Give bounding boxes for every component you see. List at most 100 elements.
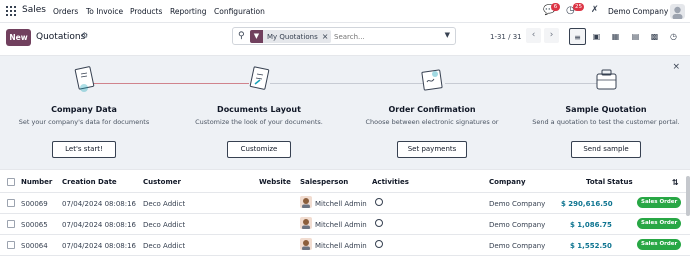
document-layout-icon xyxy=(249,66,270,90)
creation-date: 07/04/2024 08:08:16 xyxy=(62,242,137,250)
document-icon xyxy=(74,66,95,92)
salesperson-avatar xyxy=(300,238,312,250)
order-number: S00064 xyxy=(21,242,48,250)
customize-button[interactable]: Customize xyxy=(227,141,291,158)
salesperson: Mitchell Admin xyxy=(315,221,367,229)
select-all-checkbox[interactable] xyxy=(7,178,15,186)
order-number: S00069 xyxy=(21,200,48,208)
column-customer[interactable]: Customer xyxy=(143,178,181,186)
company-switcher[interactable]: Demo Company xyxy=(608,7,668,16)
onboarding-panel: × Company Data Set your company's data f… xyxy=(0,55,690,170)
signature-payment-icon xyxy=(421,69,443,91)
column-creation-date[interactable]: Creation Date xyxy=(62,178,117,186)
company: Demo Company xyxy=(489,242,546,250)
send-sample-button[interactable]: Send sample xyxy=(571,141,641,158)
step-description: Set your company's data for documents he… xyxy=(18,118,150,126)
lets-start-button[interactable]: Let's start! xyxy=(52,141,116,158)
salesperson: Mitchell Admin xyxy=(315,242,367,250)
company: Demo Company xyxy=(489,221,546,229)
column-status[interactable]: Status xyxy=(607,178,633,186)
search-bar: ⚲ ▼ My Quotations × ▼ xyxy=(232,27,456,45)
table-row[interactable]: S00069 07/04/2024 08:08:16 Deco Addict M… xyxy=(0,193,690,214)
graph-view-icon[interactable]: ▩ xyxy=(646,28,663,45)
total-amount: $ 1,552.50 xyxy=(570,242,612,250)
step-title: Documents Layout xyxy=(217,105,301,114)
pager-previous-button[interactable]: ‹ xyxy=(526,28,541,43)
menu-reporting[interactable]: Reporting xyxy=(170,7,206,16)
calendar-view-icon[interactable]: ▦ xyxy=(607,28,624,45)
column-website[interactable]: Website xyxy=(259,178,291,186)
column-salesperson[interactable]: Salesperson xyxy=(300,178,348,186)
search-input[interactable] xyxy=(334,31,434,42)
total-amount: $ 290,616.50 xyxy=(561,200,613,208)
status-badge: Sales Order xyxy=(637,218,682,229)
progress-line-3 xyxy=(445,83,597,84)
pager-next-button[interactable]: › xyxy=(544,28,559,43)
remove-facet-icon[interactable]: × xyxy=(322,32,332,41)
progress-line-1 xyxy=(92,83,249,84)
activity-badge: 25 xyxy=(573,3,584,11)
column-total[interactable]: Total xyxy=(586,178,605,186)
pager-value[interactable]: 1-31 / 31 xyxy=(490,33,522,41)
row-checkbox[interactable] xyxy=(7,199,15,207)
search-facet: ▼ My Quotations × xyxy=(250,30,332,43)
column-company[interactable]: Company xyxy=(489,178,526,186)
list-view-icon[interactable]: ≡ xyxy=(569,28,586,45)
close-icon[interactable]: × xyxy=(672,62,680,72)
briefcase-icon xyxy=(596,69,617,90)
set-payments-button[interactable]: Set payments xyxy=(397,141,467,158)
customer: Deco Addict xyxy=(143,242,186,250)
column-number[interactable]: Number xyxy=(21,178,52,186)
status-badge: Sales Order xyxy=(637,197,682,208)
search-options-toggle-icon[interactable]: ▼ xyxy=(445,31,450,39)
control-panel: New Quotations ⚙ ⚲ ▼ My Quotations × ▼ 1… xyxy=(0,23,690,53)
app-name[interactable]: Sales xyxy=(22,5,46,15)
vertical-scrollbar[interactable] xyxy=(686,176,690,216)
step-title: Order Confirmation xyxy=(388,105,476,114)
creation-date: 07/04/2024 08:08:16 xyxy=(62,221,137,229)
activity-clock-icon[interactable] xyxy=(375,198,383,206)
app-menu-icon[interactable] xyxy=(6,6,16,16)
customer: Deco Addict xyxy=(143,200,186,208)
table-row[interactable]: S00064 07/04/2024 08:08:16 Deco Addict M… xyxy=(0,235,690,256)
step-description: Send a quotation to test the customer po… xyxy=(532,118,680,126)
column-settings-icon[interactable]: ⇅ xyxy=(672,178,679,187)
progress-line-2 xyxy=(270,83,423,84)
salesperson-avatar xyxy=(300,196,312,208)
company: Demo Company xyxy=(489,200,546,208)
step-description: Choose between electronic signatures or … xyxy=(365,118,499,126)
row-checkbox[interactable] xyxy=(7,241,15,249)
search-icon[interactable]: ⚲ xyxy=(238,31,245,41)
menu-orders[interactable]: Orders xyxy=(53,7,78,16)
step-title: Sample Quotation xyxy=(565,105,647,114)
facet-label: My Quotations xyxy=(267,32,318,41)
filter-icon: ▼ xyxy=(250,30,263,43)
debug-tools-icon[interactable]: ✗ xyxy=(591,5,599,15)
order-number: S00065 xyxy=(21,221,48,229)
kanban-view-icon[interactable]: ▣ xyxy=(588,28,605,45)
menu-configuration[interactable]: Configuration xyxy=(214,7,265,16)
creation-date: 07/04/2024 08:08:16 xyxy=(62,200,137,208)
page-title: Quotations xyxy=(36,32,86,42)
user-avatar[interactable] xyxy=(670,4,685,19)
top-navbar: Sales Orders To Invoice Products Reporti… xyxy=(0,0,690,23)
table-header: Number Creation Date Customer Website Sa… xyxy=(0,171,690,193)
activity-clock-icon[interactable] xyxy=(375,219,383,227)
status-badge: Sales Order xyxy=(637,239,682,250)
step-description: Customize the look of your documents. xyxy=(195,118,323,126)
menu-products[interactable]: Products xyxy=(130,7,162,16)
total-amount: $ 1,086.75 xyxy=(570,221,612,229)
menu-to-invoice[interactable]: To Invoice xyxy=(86,7,123,16)
column-activities[interactable]: Activities xyxy=(372,178,409,186)
row-checkbox[interactable] xyxy=(7,220,15,228)
salesperson-avatar xyxy=(300,217,312,229)
salesperson: Mitchell Admin xyxy=(315,200,367,208)
table-row[interactable]: S00065 07/04/2024 08:08:16 Deco Addict M… xyxy=(0,214,690,235)
new-button[interactable]: New xyxy=(6,29,31,46)
gear-icon[interactable]: ⚙ xyxy=(81,31,88,40)
customer: Deco Addict xyxy=(143,221,186,229)
step-title: Company Data xyxy=(51,105,117,114)
activity-clock-icon[interactable] xyxy=(375,240,383,248)
activity-view-icon[interactable]: ◷ xyxy=(665,28,682,45)
pivot-view-icon[interactable]: ▤ xyxy=(627,28,644,45)
